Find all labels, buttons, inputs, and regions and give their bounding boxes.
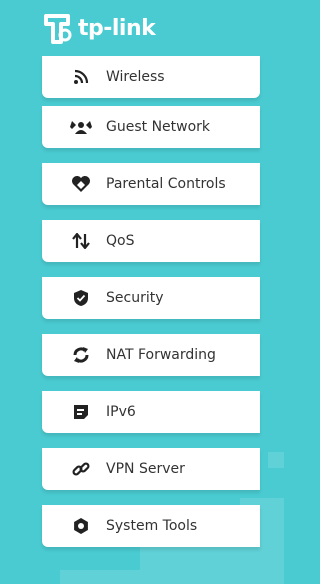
- sidebar-item-label: Security: [106, 290, 164, 306]
- sidebar-item-label: Wireless: [106, 69, 165, 85]
- sidebar-item-label: VPN Server: [106, 461, 185, 477]
- sidebar-item-qos[interactable]: QoS: [42, 220, 260, 262]
- sidebar-item-nat-forwarding[interactable]: NAT Forwarding: [42, 334, 260, 376]
- sidebar-item-label: Guest Network: [106, 119, 211, 135]
- sidebar-item-label: QoS: [106, 233, 135, 249]
- sidebar-item-label: System Tools: [106, 518, 198, 534]
- sidebar-item-label: IPv6: [106, 404, 136, 420]
- sidebar-item-guest-network[interactable]: Guest Network: [42, 106, 260, 148]
- sidebar-item-security[interactable]: Security: [42, 277, 260, 319]
- heart-icon: [70, 173, 92, 195]
- brand-logo[interactable]: tp-link: [42, 0, 156, 56]
- sidebar-item-vpn-server[interactable]: VPN Server: [42, 448, 260, 490]
- router-admin-screen: { "brand": { "name": "tp-link", "logo_ic…: [0, 0, 284, 584]
- sidebar-item-system-tools[interactable]: System Tools: [42, 505, 260, 547]
- sidebar-item-wireless[interactable]: Wireless: [42, 56, 260, 98]
- gear-icon: [70, 515, 92, 537]
- brand-name: tp-link: [78, 15, 156, 41]
- background-decoration: [60, 570, 140, 584]
- background-decoration: [268, 452, 284, 468]
- link-icon: [70, 458, 92, 480]
- qos-arrows-icon: [70, 230, 92, 252]
- wifi-icon: [70, 66, 92, 88]
- guest-network-icon: [70, 116, 92, 138]
- shield-icon: [70, 287, 92, 309]
- sidebar-item-parental-controls[interactable]: Parental Controls: [42, 163, 260, 205]
- sidebar-item-ipv6[interactable]: IPv6: [42, 391, 260, 433]
- sidebar-item-label: Parental Controls: [106, 176, 226, 192]
- header: tp-link: [0, 0, 284, 56]
- background-decoration: [140, 546, 240, 584]
- ipv6-icon: [70, 401, 92, 423]
- tp-link-logo-icon: [44, 14, 72, 44]
- sidebar-item-label: NAT Forwarding: [106, 347, 216, 363]
- refresh-icon: [70, 344, 92, 366]
